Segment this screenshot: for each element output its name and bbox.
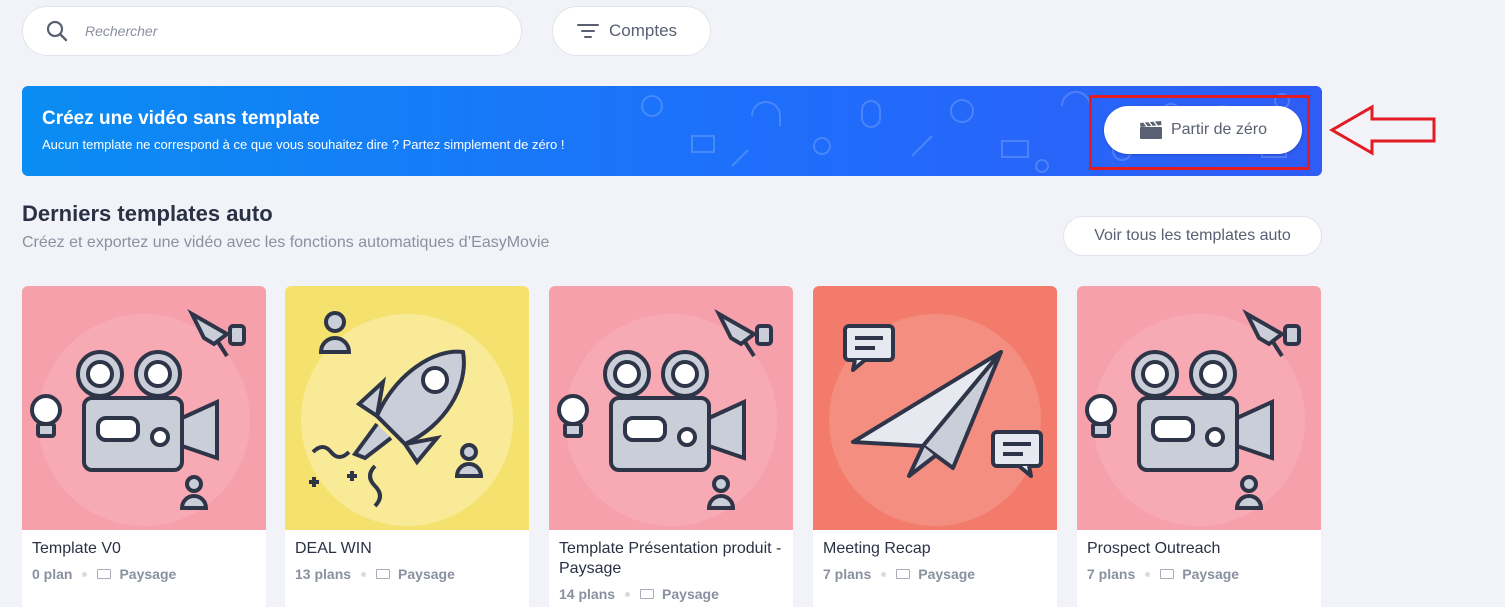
separator-dot [1145, 571, 1151, 577]
separator-dot [881, 571, 887, 577]
filter-icon [577, 24, 599, 38]
separator-dot [361, 571, 367, 577]
banner-subtitle: Aucun template ne correspond à ce que vo… [42, 137, 565, 152]
card-plan-count: 13 plans [295, 566, 352, 582]
card-format: Paysage [662, 586, 719, 602]
card-plan-count: 0 plan [32, 566, 73, 582]
search-input[interactable] [85, 23, 465, 39]
card-meta: 7 plans Paysage [823, 566, 975, 582]
card-title: Template Présentation produit - Paysage [559, 540, 782, 577]
camera-icon [557, 308, 777, 526]
card-format: Paysage [918, 566, 976, 582]
landscape-icon [896, 569, 911, 579]
section-title: Derniers templates auto [22, 201, 273, 226]
see-all-templates-button[interactable]: Voir tous les templates auto [1063, 216, 1322, 256]
card-thumbnail [813, 286, 1057, 530]
card-meta: 7 plans Paysage [1087, 566, 1239, 582]
rocket-icon [301, 311, 513, 526]
card-meta: 0 plan Paysage [32, 566, 176, 582]
landscape-icon [97, 569, 112, 579]
card-thumbnail [22, 286, 266, 530]
landscape-icon [376, 569, 391, 579]
landscape-icon [640, 589, 655, 599]
separator-dot [625, 591, 631, 597]
template-card[interactable]: Meeting Recap 7 plans Paysage [813, 286, 1057, 607]
card-title: DEAL WIN [295, 540, 372, 557]
search-icon [46, 20, 68, 42]
card-title: Prospect Outreach [1087, 540, 1221, 557]
separator-dot [82, 571, 88, 577]
card-thumbnail [285, 286, 529, 530]
highlight-box [1089, 95, 1310, 170]
template-card[interactable]: Template V0 0 plan Paysage [22, 286, 266, 607]
card-format: Paysage [398, 566, 455, 582]
landscape-icon [1160, 569, 1175, 579]
card-thumbnail [549, 286, 793, 530]
card-plan-count: 7 plans [1087, 566, 1136, 582]
card-title: Meeting Recap [823, 540, 931, 557]
paper-plane-icon [829, 314, 1043, 526]
card-format: Paysage [119, 566, 177, 582]
card-meta: 13 plans Paysage [295, 566, 455, 582]
card-plan-count: 14 plans [559, 586, 616, 602]
section-subtitle: Créez et exportez une vidéo avec les fon… [22, 234, 550, 251]
template-card[interactable]: DEAL WIN 13 plans Paysage [285, 286, 529, 607]
accounts-filter-label: Comptes [609, 21, 678, 40]
template-card[interactable]: Prospect Outreach 7 plans Paysage [1077, 286, 1321, 607]
search-bar[interactable] [22, 6, 522, 56]
accounts-filter-button[interactable]: Comptes [552, 6, 711, 56]
card-thumbnail [1077, 286, 1321, 530]
camera-icon [1085, 308, 1305, 526]
card-plan-count: 7 plans [823, 566, 872, 582]
card-title: Template V0 [32, 540, 121, 557]
template-card[interactable]: Template Présentation produit - Paysage … [549, 286, 793, 607]
card-format: Paysage [1182, 566, 1240, 582]
left-arrow-icon [1328, 104, 1436, 156]
camera-icon [30, 308, 250, 526]
banner-title: Créez une vidéo sans template [42, 108, 320, 129]
card-meta: 14 plans Paysage [559, 586, 719, 602]
